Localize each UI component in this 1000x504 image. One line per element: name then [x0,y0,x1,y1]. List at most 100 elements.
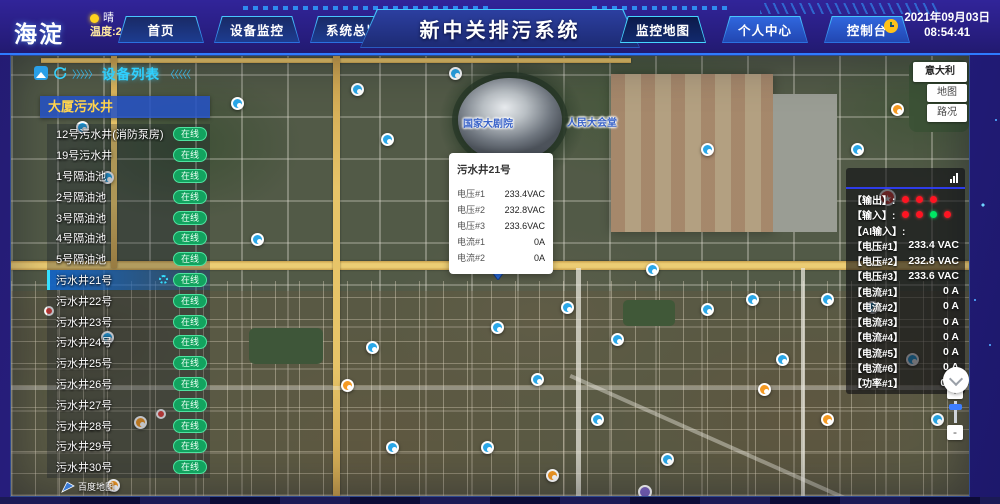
blue-marker[interactable] [491,321,504,334]
popup-data-row: 电流#10A [457,234,545,250]
blue-marker[interactable] [611,333,624,346]
status-dot-red [930,196,937,203]
device-list-item[interactable]: 污水井24号在线 [47,332,210,353]
zoom-out-button[interactable]: - [947,425,963,440]
popup-row-label: 电压#3 [457,218,485,234]
orange-marker[interactable] [341,379,354,392]
orange-marker[interactable] [821,413,834,426]
panel-row-value: 233.6 VAC [908,270,959,282]
device-info-popup[interactable]: 污水井21号 电压#1233.4VAC电压#2232.8VAC电压#3233.6… [449,153,553,274]
device-list-item[interactable]: 污水井28号在线 [47,415,210,436]
status-badge: 在线 [173,148,207,162]
maptype-option[interactable]: 地图 [927,84,967,102]
blue-marker[interactable] [231,97,244,110]
nav-button-label: 首页 [119,17,203,42]
orange-marker[interactable] [758,383,771,396]
blue-marker[interactable] [701,143,714,156]
bar-chart-icon[interactable] [950,173,958,183]
device-list-item[interactable]: 1号隔油池在线 [47,166,210,187]
panel-row-value: 232.8 VAC [908,255,959,267]
blue-marker[interactable] [646,263,659,276]
blue-marker[interactable] [746,293,759,306]
device-label: 污水井22号 [56,293,173,309]
orange-marker[interactable] [546,469,559,482]
nav-button-label: 个人中心 [723,17,807,42]
nav-button[interactable]: 个人中心 [722,16,808,43]
blue-marker[interactable] [351,83,364,96]
device-list-item[interactable]: 2号隔油池在线 [47,186,210,207]
blue-marker[interactable] [591,413,604,426]
status-dot-red [944,211,951,218]
panel-row-value: 0 A [943,285,959,297]
blue-marker[interactable] [821,293,834,306]
device-list-item[interactable]: 污水井25号在线 [47,353,210,374]
blue-marker[interactable] [531,373,544,386]
panel-row-label: 【电压#3】 [852,268,903,283]
status-badge: 在线 [173,252,207,266]
blue-marker[interactable] [381,133,394,146]
map-viewport[interactable]: 国家大剧院人民大会堂 ★ 污水井21号 电压#1233.4VAC电压#2232.… [10,55,970,497]
collapse-panel-button[interactable] [943,367,969,393]
device-label: 污水井24号 [56,334,173,350]
device-list-item[interactable]: 12号污水井(消防泵房)在线 [47,124,210,145]
baidu-logo-icon [61,481,75,493]
panel-row-value: 0 A [943,346,959,358]
device-list-item[interactable]: 污水井30号在线 [47,457,210,478]
panel-row-label: 【电流#4】 [852,329,903,344]
panel-row-label: 【电流#6】 [852,360,903,375]
panel-data-row: 【电压#1】233.4 VAC [852,238,959,253]
popup-data-row: 电压#3233.6VAC [457,218,545,234]
orange-marker[interactable] [891,103,904,116]
blue-marker[interactable] [386,441,399,454]
device-list-item[interactable]: 污水井23号在线 [47,311,210,332]
maptype-option[interactable]: 意大利 [913,62,967,82]
panel-data-row: 【电压#3】 233.6 VAC [852,268,959,283]
panel-row-value: 233.4 VAC [908,239,959,251]
zoom-slider-handle[interactable] [949,404,962,410]
device-group-header[interactable]: 大厦污水井 [40,96,210,118]
gear-icon[interactable] [159,275,168,284]
page-title: 新中关排污系统 [420,14,581,43]
nav-button[interactable]: 首页 [118,16,204,43]
panorama-icon[interactable] [34,66,48,80]
blue-marker[interactable] [776,353,789,366]
device-list-item[interactable]: 污水井21号在线 [47,270,210,291]
device-label: 1号隔油池 [56,168,173,184]
blue-marker[interactable] [561,301,574,314]
status-badge: 在线 [173,377,207,391]
device-label: 19号污水井 [56,147,173,163]
zoom-slider[interactable] [954,401,957,423]
purple-marker[interactable] [638,485,652,497]
status-badge: 在线 [173,211,207,225]
blue-marker[interactable] [366,341,379,354]
panel-row-label: 【输入】: [852,207,895,222]
status-badge: 在线 [173,273,207,287]
device-list-item[interactable]: 3号隔油池在线 [47,207,210,228]
nav-button-label: 设备监控 [215,17,299,42]
panel-data-row: 【电压#2】232.8 VAC [852,253,959,268]
panel-row-label: 【输出】: [852,192,895,207]
device-list-item[interactable]: 5号隔油池在线 [47,249,210,270]
device-list-item[interactable]: 污水井22号在线 [47,290,210,311]
blue-marker[interactable] [449,67,462,80]
device-list-item[interactable]: 污水井26号在线 [47,374,210,395]
blue-marker[interactable] [701,303,714,316]
park-area [623,300,675,326]
blue-marker[interactable] [931,413,944,426]
maptype-option[interactable]: 路况 [927,104,967,122]
device-list-item[interactable]: 4号隔油池在线 [47,228,210,249]
device-list-item[interactable]: 19号污水井在线 [47,145,210,166]
blue-marker[interactable] [251,233,264,246]
device-list-item[interactable]: 污水井27号在线 [47,394,210,415]
blue-marker[interactable] [481,441,494,454]
panel-status-row: 【输入】: [852,207,959,222]
device-label: 污水井23号 [56,314,173,330]
device-label: 污水井26号 [56,376,173,392]
device-list-item[interactable]: 污水井29号在线 [47,436,210,457]
nav-button[interactable]: 监控地图 [620,16,706,43]
device-label: 污水井21号 [56,272,159,288]
blue-marker[interactable] [851,143,864,156]
nav-button[interactable]: 设备监控 [214,16,300,43]
blue-marker[interactable] [661,453,674,466]
refresh-icon[interactable] [53,66,67,80]
